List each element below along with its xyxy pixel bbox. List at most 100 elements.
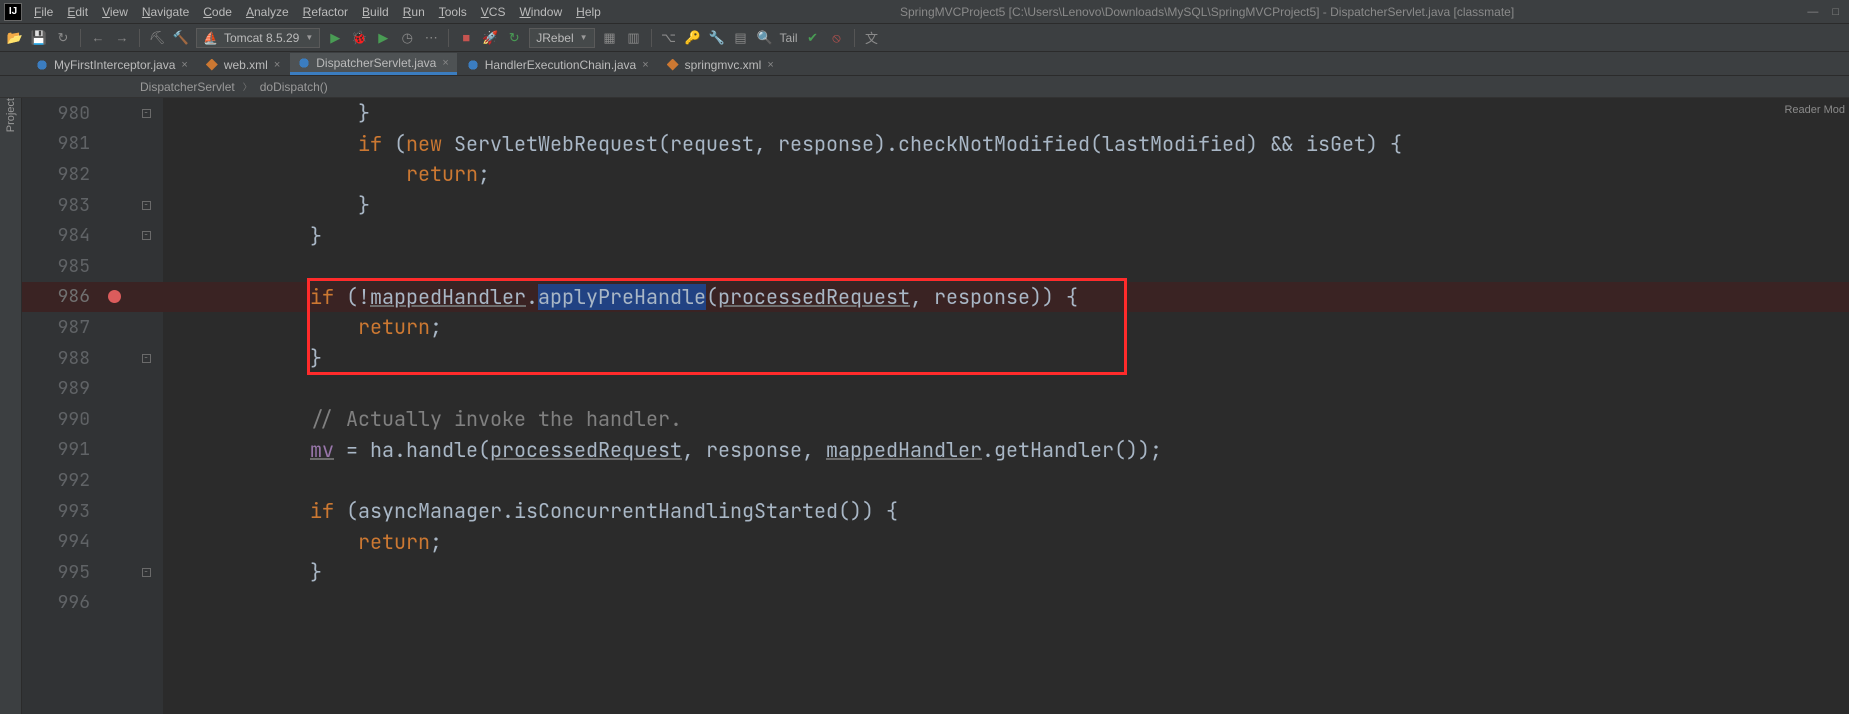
code-text[interactable]: } — [164, 559, 1849, 585]
run-icon[interactable]: ▶ — [326, 29, 344, 47]
menu-item-navigate[interactable]: Navigate — [136, 0, 195, 24]
code-text[interactable]: return; — [164, 529, 1849, 555]
menu-item-build[interactable]: Build — [356, 0, 395, 24]
menu-item-analyze[interactable]: Analyze — [240, 0, 295, 24]
menu-item-view[interactable]: View — [96, 0, 134, 24]
close-icon[interactable]: × — [274, 59, 280, 71]
code-line[interactable]: 991 mv = ha.handle(processedRequest, res… — [22, 435, 1849, 466]
menu-item-code[interactable]: Code — [197, 0, 238, 24]
wrench-icon[interactable]: 🔧 — [708, 29, 726, 47]
editor-tab[interactable]: DispatcherServlet.java× — [290, 53, 457, 75]
code-line[interactable]: 985 — [22, 251, 1849, 282]
code-text[interactable]: return; — [164, 314, 1849, 340]
editor-tab[interactable]: HandlerExecutionChain.java× — [459, 53, 657, 75]
code-text[interactable]: } — [164, 345, 1849, 371]
save-icon[interactable]: 💾 — [30, 29, 48, 47]
run-config-combo[interactable]: ⛵ Tomcat 8.5.29 ▼ — [196, 28, 320, 48]
code-line[interactable]: 995- } — [22, 557, 1849, 588]
code-line[interactable]: 980- } — [22, 98, 1849, 129]
profile-icon[interactable]: ◷ — [398, 29, 416, 47]
coverage-icon[interactable]: ▶ — [374, 29, 392, 47]
menu-item-edit[interactable]: Edit — [61, 0, 94, 24]
code-line[interactable]: 988- } — [22, 343, 1849, 374]
build-icon[interactable]: ⛏ — [148, 29, 166, 47]
code-text[interactable]: if (!mappedHandler.applyPreHandle(proces… — [164, 284, 1849, 310]
code-line[interactable]: 989 — [22, 373, 1849, 404]
breadcrumb-item[interactable]: doDispatch() — [260, 80, 328, 94]
code-line[interactable]: 981 if (new ServletWebRequest(request, r… — [22, 129, 1849, 160]
code-text[interactable]: } — [164, 223, 1849, 249]
editor-tab[interactable]: MyFirstInterceptor.java× — [28, 53, 196, 75]
jrebel-combo[interactable]: JRebel ▼ — [529, 28, 594, 48]
editor[interactable]: Reader Mod 980- }981 if (new ServletWebR… — [22, 98, 1849, 714]
code-text[interactable]: if (new ServletWebRequest(request, respo… — [164, 131, 1849, 157]
back-icon[interactable]: ← — [89, 29, 107, 47]
fold-handle-icon[interactable]: - — [142, 231, 151, 240]
translate-icon[interactable]: 文 — [863, 29, 881, 47]
rerun-icon[interactable]: ↻ — [505, 29, 523, 47]
breadcrumb-item[interactable]: DispatcherServlet — [140, 80, 235, 94]
hammer-icon[interactable]: 🔨 — [172, 29, 190, 47]
close-icon[interactable]: × — [642, 59, 648, 71]
close-icon[interactable]: × — [767, 59, 773, 71]
close-icon[interactable]: × — [442, 57, 448, 69]
menu-item-vcs[interactable]: VCS — [475, 0, 512, 24]
minimize-button[interactable]: — — [1807, 6, 1818, 18]
code-line[interactable]: 982 return; — [22, 159, 1849, 190]
check-icon[interactable]: ✔ — [804, 29, 822, 47]
fold-handle-icon[interactable]: - — [142, 568, 151, 577]
menu-item-refactor[interactable]: Refactor — [297, 0, 354, 24]
refresh-icon[interactable]: ↻ — [54, 29, 72, 47]
tool1-icon[interactable]: ▦ — [601, 29, 619, 47]
code-text[interactable]: mv = ha.handle(processedRequest, respons… — [164, 437, 1849, 463]
breakpoint-icon[interactable] — [108, 290, 121, 303]
menu-item-tools[interactable]: Tools — [433, 0, 473, 24]
editor-tab[interactable]: springmvc.xml× — [659, 53, 782, 75]
fold-gutter[interactable]: - — [128, 568, 164, 577]
code-line[interactable]: 993 if (asyncManager.isConcurrentHandlin… — [22, 496, 1849, 527]
menu-item-window[interactable]: Window — [513, 0, 568, 24]
code-text[interactable]: } — [164, 100, 1849, 126]
maximize-button[interactable]: □ — [1832, 6, 1839, 18]
structure-icon[interactable]: ▤ — [732, 29, 750, 47]
forward-icon[interactable]: → — [113, 29, 131, 47]
code-line[interactable]: 984- } — [22, 220, 1849, 251]
fold-gutter[interactable]: - — [128, 109, 164, 118]
menu-item-help[interactable]: Help — [570, 0, 607, 24]
open-icon[interactable]: 📂 — [6, 29, 24, 47]
tool2-icon[interactable]: ▥ — [625, 29, 643, 47]
code-line[interactable]: 987 return; — [22, 312, 1849, 343]
search-icon[interactable]: 🔍 — [756, 29, 774, 47]
menu-item-file[interactable]: File — [28, 0, 59, 24]
fold-gutter[interactable]: - — [128, 231, 164, 240]
code-text[interactable]: } — [164, 192, 1849, 218]
fold-handle-icon[interactable]: - — [142, 109, 151, 118]
code-text[interactable]: // Actually invoke the handler. — [164, 406, 1849, 432]
menu-item-run[interactable]: Run — [397, 0, 431, 24]
stop-icon[interactable]: ■ — [457, 29, 475, 47]
editor-tabs: MyFirstInterceptor.java×web.xml×Dispatch… — [0, 52, 1849, 76]
breakpoint-gutter[interactable] — [100, 290, 128, 303]
project-toolwindow-button[interactable]: Project — [5, 98, 17, 142]
fold-gutter[interactable]: - — [128, 354, 164, 363]
code-line[interactable]: 986 if (!mappedHandler.applyPreHandle(pr… — [22, 282, 1849, 313]
no-icon[interactable]: ⦸ — [828, 29, 846, 47]
editor-tab[interactable]: web.xml× — [198, 53, 288, 75]
code-area[interactable]: 980- }981 if (new ServletWebRequest(requ… — [22, 98, 1849, 618]
code-text[interactable]: if (asyncManager.isConcurrentHandlingSta… — [164, 498, 1849, 524]
more-run-icon[interactable]: ⋯ — [422, 29, 440, 47]
git-icon[interactable]: ⌥ — [660, 29, 678, 47]
fold-handle-icon[interactable]: - — [142, 354, 151, 363]
rocket-icon[interactable]: 🚀 — [481, 29, 499, 47]
debug-icon[interactable]: 🐞 — [350, 29, 368, 47]
code-line[interactable]: 992 — [22, 465, 1849, 496]
code-line[interactable]: 996 — [22, 588, 1849, 619]
key-icon[interactable]: 🔑 — [684, 29, 702, 47]
fold-handle-icon[interactable]: - — [142, 201, 151, 210]
fold-gutter[interactable]: - — [128, 201, 164, 210]
code-text[interactable]: return; — [164, 161, 1849, 187]
code-line[interactable]: 990 // Actually invoke the handler. — [22, 404, 1849, 435]
close-icon[interactable]: × — [181, 59, 187, 71]
code-line[interactable]: 983- } — [22, 190, 1849, 221]
code-line[interactable]: 994 return; — [22, 526, 1849, 557]
